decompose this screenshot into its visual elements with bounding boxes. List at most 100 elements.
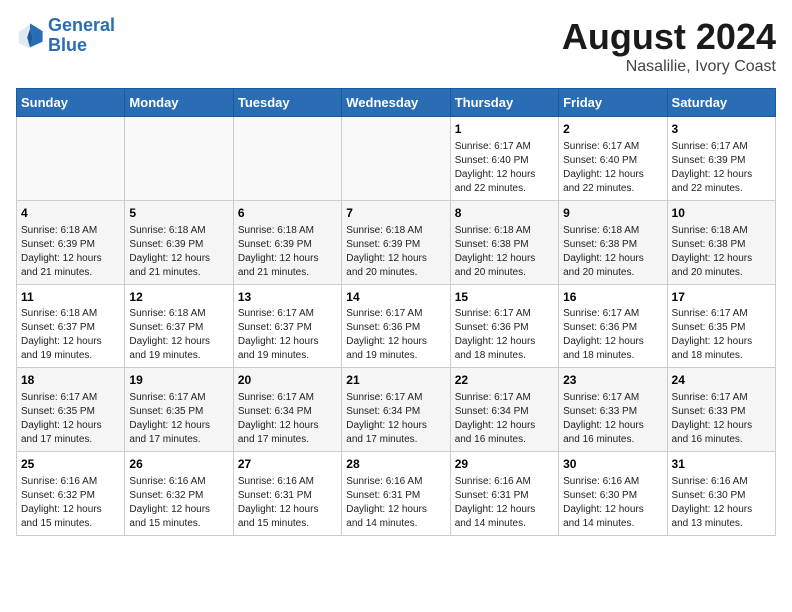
day-info: Sunrise: 6:16 AMSunset: 6:31 PMDaylight:…	[346, 475, 445, 531]
day-info: Sunrise: 6:18 AMSunset: 6:39 PMDaylight:…	[346, 224, 445, 280]
calendar-cell: 27 Sunrise: 6:16 AMSunset: 6:31 PMDayligh…	[233, 452, 341, 536]
logo-line1: General	[48, 15, 115, 35]
day-header-wednesday: Wednesday	[342, 89, 450, 117]
day-info: Sunrise: 6:17 AMSunset: 6:33 PMDaylight:…	[672, 391, 771, 447]
day-header-friday: Friday	[559, 89, 667, 117]
day-info: Sunrise: 6:18 AMSunset: 6:39 PMDaylight:…	[238, 224, 337, 280]
calendar-cell: 23 Sunrise: 6:17 AMSunset: 6:33 PMDayligh…	[559, 368, 667, 452]
calendar-cell: 24 Sunrise: 6:17 AMSunset: 6:33 PMDayligh…	[667, 368, 775, 452]
calendar-cell: 29 Sunrise: 6:16 AMSunset: 6:31 PMDayligh…	[450, 452, 558, 536]
calendar-week-row: 1 Sunrise: 6:17 AMSunset: 6:40 PMDaylight…	[17, 117, 776, 201]
calendar-cell: 1Sunrise: 6:17 AMSunset: 6:40 PMDaylight…	[450, 117, 558, 201]
day-number: 20	[238, 372, 337, 389]
day-number: 21	[346, 372, 445, 389]
calendar-body: 1 Sunrise: 6:17 AMSunset: 6:40 PMDaylight…	[17, 117, 776, 536]
day-number: 18	[21, 372, 120, 389]
calendar-cell	[17, 117, 125, 201]
calendar-cell: 14Sunrise: 6:17 AMSunset: 6:36 PMDayligh…	[342, 284, 450, 368]
day-info: Sunrise: 6:18 AMSunset: 6:37 PMDaylight:…	[21, 307, 120, 363]
logo-text: General Blue	[48, 16, 115, 56]
calendar-cell: 11Sunrise: 6:18 AMSunset: 6:37 PMDayligh…	[17, 284, 125, 368]
day-header-tuesday: Tuesday	[233, 89, 341, 117]
day-header-sunday: Sunday	[17, 89, 125, 117]
day-number: 7	[346, 205, 445, 222]
day-number: 5	[129, 205, 228, 222]
calendar-week-row: 25 Sunrise: 6:16 AMSunset: 6:32 PMDayligh…	[17, 452, 776, 536]
subtitle: Nasalilie, Ivory Coast	[562, 58, 776, 76]
calendar-cell: 18 Sunrise: 6:17 AMSunset: 6:35 PMDayligh…	[17, 368, 125, 452]
calendar-cell: 3 Sunrise: 6:17 AMSunset: 6:39 PMDaylight…	[667, 117, 775, 201]
day-info: Sunrise: 6:17 AMSunset: 6:40 PMDaylight:…	[563, 140, 662, 196]
day-info: Sunrise: 6:16 AMSunset: 6:31 PMDaylight:…	[238, 475, 337, 531]
day-number: 1	[455, 121, 554, 138]
day-number: 4	[21, 205, 120, 222]
day-info: Sunrise: 6:18 AMSunset: 6:38 PMDaylight:…	[563, 224, 662, 280]
day-info: Sunrise: 6:17 AMSunset: 6:34 PMDaylight:…	[346, 391, 445, 447]
day-info: Sunrise: 6:17 AMSunset: 6:37 PMDaylight:…	[238, 307, 337, 363]
day-header-saturday: Saturday	[667, 89, 775, 117]
day-info: Sunrise: 6:18 AMSunset: 6:38 PMDaylight:…	[455, 224, 554, 280]
day-number: 19	[129, 372, 228, 389]
calendar-cell: 20Sunrise: 6:17 AMSunset: 6:34 PMDayligh…	[233, 368, 341, 452]
day-number: 11	[21, 289, 120, 306]
calendar-cell: 4 Sunrise: 6:18 AMSunset: 6:39 PMDaylight…	[17, 200, 125, 284]
day-number: 3	[672, 121, 771, 138]
day-info: Sunrise: 6:16 AMSunset: 6:32 PMDaylight:…	[129, 475, 228, 531]
calendar-cell: 19 Sunrise: 6:17 AMSunset: 6:35 PMDayligh…	[125, 368, 233, 452]
day-number: 6	[238, 205, 337, 222]
day-info: Sunrise: 6:17 AMSunset: 6:36 PMDaylight:…	[563, 307, 662, 363]
main-title: August 2024	[562, 16, 776, 58]
day-info: Sunrise: 6:17 AMSunset: 6:33 PMDaylight:…	[563, 391, 662, 447]
calendar-table: SundayMondayTuesdayWednesdayThursdayFrid…	[16, 88, 776, 536]
calendar-cell: 12Sunrise: 6:18 AMSunset: 6:37 PMDayligh…	[125, 284, 233, 368]
day-info: Sunrise: 6:17 AMSunset: 6:36 PMDaylight:…	[346, 307, 445, 363]
day-number: 9	[563, 205, 662, 222]
calendar-cell: 13Sunrise: 6:17 AMSunset: 6:37 PMDayligh…	[233, 284, 341, 368]
day-info: Sunrise: 6:17 AMSunset: 6:35 PMDaylight:…	[21, 391, 120, 447]
day-number: 31	[672, 456, 771, 473]
logo-icon	[16, 22, 44, 50]
calendar-cell	[125, 117, 233, 201]
logo: General Blue	[16, 16, 115, 56]
day-number: 27	[238, 456, 337, 473]
day-number: 23	[563, 372, 662, 389]
calendar-cell: 15Sunrise: 6:17 AMSunset: 6:36 PMDayligh…	[450, 284, 558, 368]
day-info: Sunrise: 6:18 AMSunset: 6:37 PMDaylight:…	[129, 307, 228, 363]
day-info: Sunrise: 6:16 AMSunset: 6:30 PMDaylight:…	[563, 475, 662, 531]
calendar-cell: 16Sunrise: 6:17 AMSunset: 6:36 PMDayligh…	[559, 284, 667, 368]
calendar-cell: 7 Sunrise: 6:18 AMSunset: 6:39 PMDaylight…	[342, 200, 450, 284]
day-info: Sunrise: 6:18 AMSunset: 6:39 PMDaylight:…	[129, 224, 228, 280]
calendar-cell: 5 Sunrise: 6:18 AMSunset: 6:39 PMDaylight…	[125, 200, 233, 284]
day-number: 24	[672, 372, 771, 389]
calendar-cell: 10 Sunrise: 6:18 AMSunset: 6:38 PMDayligh…	[667, 200, 775, 284]
calendar-cell: 31 Sunrise: 6:16 AMSunset: 6:30 PMDayligh…	[667, 452, 775, 536]
day-header-monday: Monday	[125, 89, 233, 117]
calendar-cell	[342, 117, 450, 201]
title-block: August 2024 Nasalilie, Ivory Coast	[562, 16, 776, 76]
calendar-cell: 17Sunrise: 6:17 AMSunset: 6:35 PMDayligh…	[667, 284, 775, 368]
calendar-cell: 21 Sunrise: 6:17 AMSunset: 6:34 PMDayligh…	[342, 368, 450, 452]
day-info: Sunrise: 6:17 AMSunset: 6:35 PMDaylight:…	[672, 307, 771, 363]
calendar-cell: 30Sunrise: 6:16 AMSunset: 6:30 PMDayligh…	[559, 452, 667, 536]
day-info: Sunrise: 6:17 AMSunset: 6:34 PMDaylight:…	[455, 391, 554, 447]
day-info: Sunrise: 6:18 AMSunset: 6:39 PMDaylight:…	[21, 224, 120, 280]
day-number: 2	[563, 121, 662, 138]
day-number: 29	[455, 456, 554, 473]
day-info: Sunrise: 6:17 AMSunset: 6:35 PMDaylight:…	[129, 391, 228, 447]
day-info: Sunrise: 6:18 AMSunset: 6:38 PMDaylight:…	[672, 224, 771, 280]
day-number: 10	[672, 205, 771, 222]
day-number: 14	[346, 289, 445, 306]
calendar-week-row: 18 Sunrise: 6:17 AMSunset: 6:35 PMDayligh…	[17, 368, 776, 452]
day-info: Sunrise: 6:16 AMSunset: 6:30 PMDaylight:…	[672, 475, 771, 531]
calendar-cell: 22Sunrise: 6:17 AMSunset: 6:34 PMDayligh…	[450, 368, 558, 452]
day-info: Sunrise: 6:16 AMSunset: 6:31 PMDaylight:…	[455, 475, 554, 531]
day-number: 25	[21, 456, 120, 473]
calendar-week-row: 4 Sunrise: 6:18 AMSunset: 6:39 PMDaylight…	[17, 200, 776, 284]
calendar-cell: 28Sunrise: 6:16 AMSunset: 6:31 PMDayligh…	[342, 452, 450, 536]
calendar-cell: 2 Sunrise: 6:17 AMSunset: 6:40 PMDaylight…	[559, 117, 667, 201]
calendar-cell: 9 Sunrise: 6:18 AMSunset: 6:38 PMDaylight…	[559, 200, 667, 284]
calendar-cell: 25 Sunrise: 6:16 AMSunset: 6:32 PMDayligh…	[17, 452, 125, 536]
day-info: Sunrise: 6:17 AMSunset: 6:39 PMDaylight:…	[672, 140, 771, 196]
day-number: 26	[129, 456, 228, 473]
day-info: Sunrise: 6:16 AMSunset: 6:32 PMDaylight:…	[21, 475, 120, 531]
